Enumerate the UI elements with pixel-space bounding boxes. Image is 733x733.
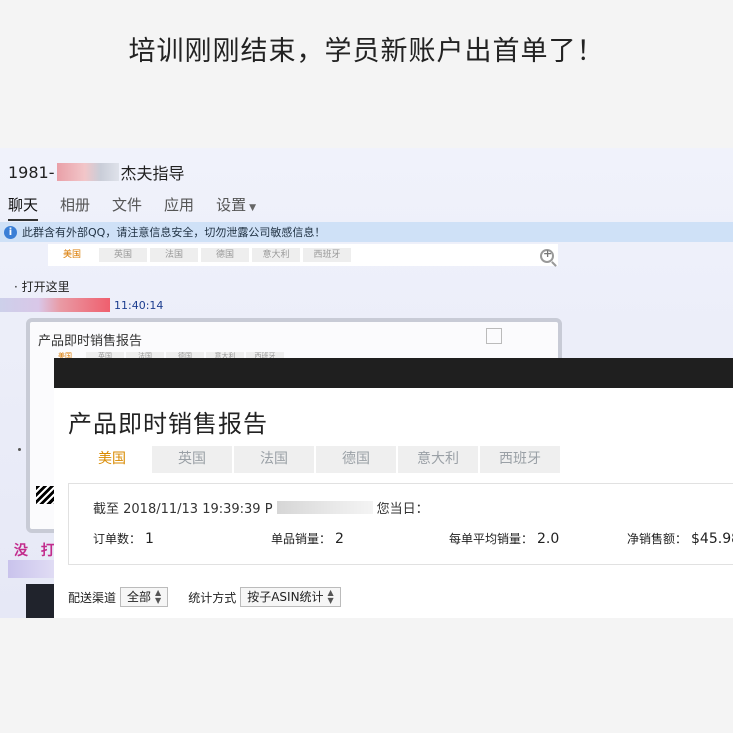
metric-orders: 订单数： 1: [93, 530, 154, 547]
stat-method-value: 按子ASIN统计: [247, 590, 324, 604]
message-sender-line: 11:40:14: [0, 298, 163, 312]
sales-report-panel: 产品即时销售报告 美国 英国 法国 德国 意大利 西班牙 截至 2018/11/…: [54, 388, 733, 618]
stat-method-select[interactable]: 按子ASIN统计 ▲ ▼: [240, 587, 341, 607]
tab-es[interactable]: 西班牙: [480, 446, 560, 473]
metric-units: 单品销量： 2: [271, 530, 344, 547]
tab-label: 相册: [60, 196, 91, 214]
message-open-here: · 打开这里: [14, 280, 70, 294]
qr-code-icon: [486, 328, 502, 344]
caret-down-icon: ▼: [249, 203, 256, 213]
metric-value: $45.98: [691, 531, 733, 547]
metric-label: 每单平均销量：: [449, 532, 534, 546]
channel-value: 全部: [127, 590, 152, 604]
channel-label: 配送渠道: [68, 590, 117, 605]
metric-avg-units: 每单平均销量： 2.0: [449, 530, 559, 547]
tab-label: 设置: [216, 196, 247, 214]
product-thumbnail: [36, 486, 56, 504]
preview-marketplace-tabs: 美国 英国 法国 德国 意大利 西班牙: [48, 244, 558, 266]
metric-value: 2: [335, 531, 344, 547]
tab-files[interactable]: 文件: [112, 194, 142, 221]
marketplace-tabs: 美国 英国 法国 德国 意大利 西班牙: [74, 446, 560, 473]
metric-label: 净销售额：: [627, 532, 688, 546]
screenshot-header-bar: [54, 358, 733, 388]
as-of-suffix: 您当日：: [376, 502, 429, 517]
tab-label: 聊天: [8, 196, 39, 214]
metric-label: 单品销量：: [271, 532, 332, 546]
dark-thumbnail: [26, 584, 54, 618]
open-here-text: 打开这里: [21, 280, 70, 294]
info-icon: i: [4, 225, 17, 239]
censored-sender: [0, 298, 110, 312]
tab-chat[interactable]: 聊天: [8, 194, 39, 221]
tab-us[interactable]: 美国: [74, 446, 150, 473]
censored-region: [276, 501, 373, 514]
message-time: 11:40:14: [114, 298, 164, 312]
notice-text: 此群含有外部QQ，请注意信息安全，切勿泄露公司敏感信息！: [22, 226, 326, 239]
report-title: 产品即时销售报告: [68, 410, 268, 438]
preview-tab: 法国: [150, 248, 198, 262]
zoom-in-icon[interactable]: [540, 247, 554, 263]
preview-tab: 西班牙: [303, 248, 351, 262]
sales-summary: 截至 2018/11/13 19:39:39 P 您当日： 订单数： 1 单品销量…: [68, 483, 733, 565]
censored-region: [8, 560, 54, 578]
updown-icon: ▲ ▼: [155, 588, 162, 605]
tab-album[interactable]: 相册: [60, 194, 90, 221]
preview-tab: 美国: [62, 250, 81, 260]
small-report-title: 产品即时销售报告: [38, 334, 143, 349]
group-title-prefix: 1981-: [8, 162, 55, 182]
headline: 培训刚刚结束，学员新账户出首单了！: [128, 35, 605, 67]
channel-select[interactable]: 全部 ▲ ▼: [120, 587, 169, 607]
tab-settings[interactable]: 设置 ▼: [216, 194, 256, 221]
decorative-caption: 没 打: [14, 543, 59, 559]
tab-fr[interactable]: 法国: [234, 446, 314, 473]
report-filters: 配送渠道 全部 ▲ ▼ 统计方式 按子ASIN统计 ▲ ▼: [68, 587, 361, 607]
tab-label: 文件: [112, 196, 143, 214]
tab-de[interactable]: 德国: [316, 446, 396, 473]
tab-uk[interactable]: 英国: [152, 446, 232, 473]
group-title-suffix: 杰夫指导: [120, 164, 185, 183]
updown-icon: ▲ ▼: [327, 588, 334, 605]
tab-label: 应用: [164, 196, 195, 214]
group-title: 1981- 杰夫指导: [8, 160, 185, 184]
stat-method-label: 统计方式: [188, 590, 237, 605]
chat-tabs: 聊天 相册 文件 应用 设置 ▼: [8, 194, 256, 221]
as-of-timestamp: 截至 2018/11/13 19:39:39 P 您当日：: [93, 498, 429, 517]
as-of-prefix: 截至 2018/11/13 19:39:39 P: [93, 502, 273, 517]
metric-label: 订单数：: [93, 532, 142, 546]
preview-tab: 英国: [99, 248, 147, 262]
tab-apps[interactable]: 应用: [164, 194, 194, 221]
metric-value: 1: [145, 531, 154, 547]
censored-region: [56, 163, 119, 181]
metric-value: 2.0: [537, 531, 560, 547]
bottom-blank-area: [0, 618, 733, 733]
preview-tab: 意大利: [252, 248, 300, 262]
metric-net-sales: 净销售额：$45.98: [627, 530, 733, 547]
security-notice-bar: i 此群含有外部QQ，请注意信息安全，切勿泄露公司敏感信息！: [0, 222, 733, 242]
tab-it[interactable]: 意大利: [398, 446, 478, 473]
preview-tab: 德国: [201, 248, 249, 262]
bullet-dot: [18, 448, 21, 451]
